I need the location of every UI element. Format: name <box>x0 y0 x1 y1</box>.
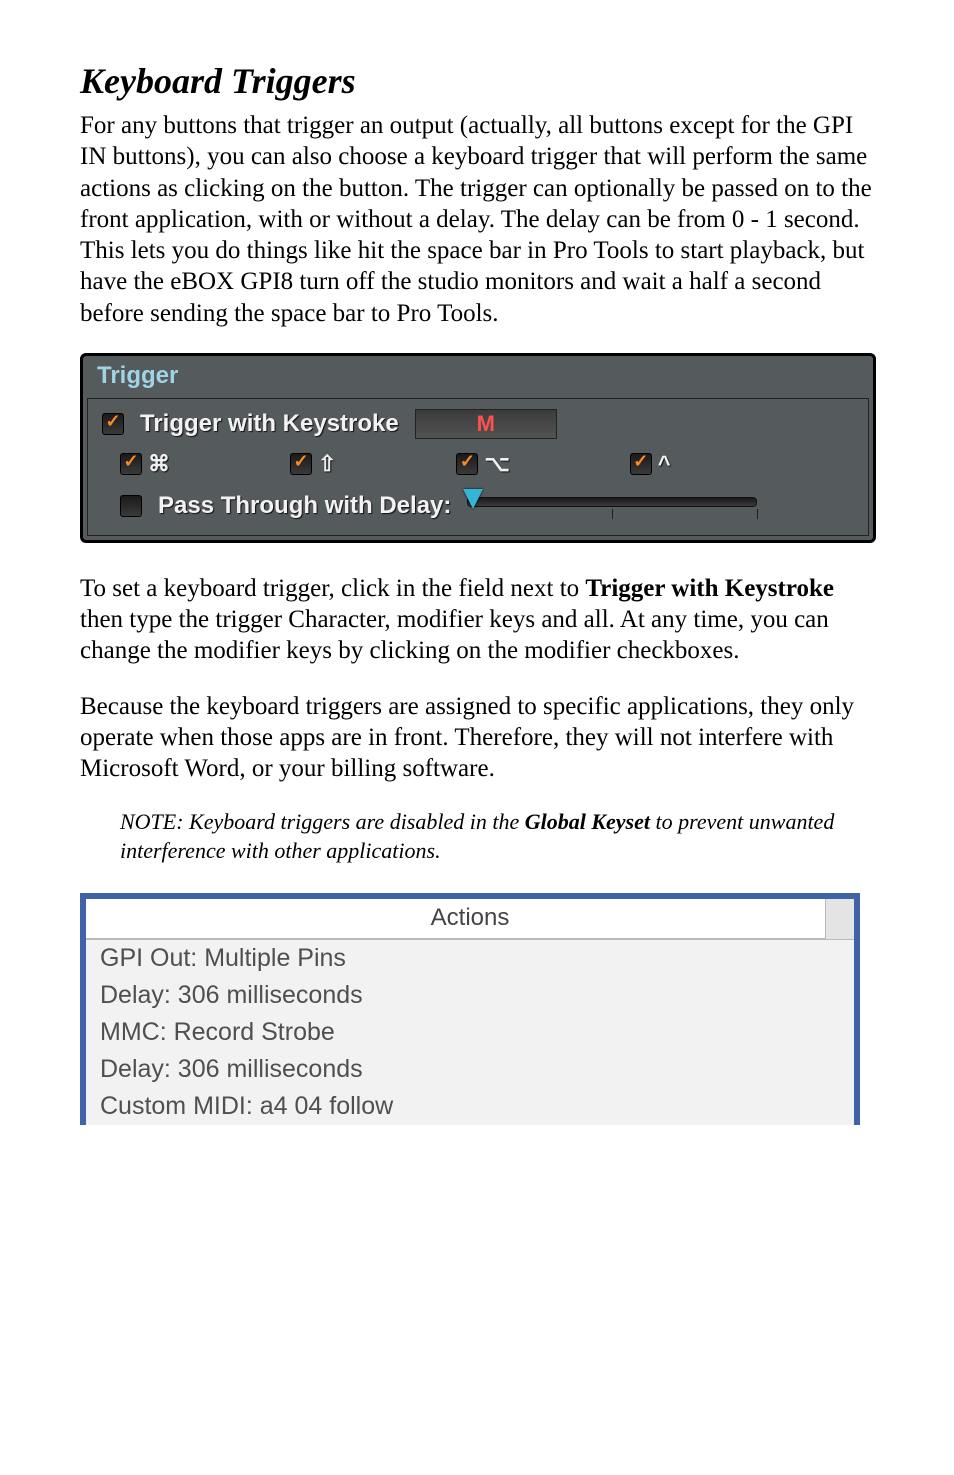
modifier-cmd[interactable]: ⌘ <box>120 451 170 477</box>
paragraph-1: For any buttons that trigger an output (… <box>80 110 874 329</box>
modifier-cmd-checkbox[interactable] <box>120 453 142 475</box>
actions-header: Actions <box>86 899 854 940</box>
text: To set a keyboard trigger, click in the … <box>80 575 585 602</box>
text: NOTE: Keyboard triggers are disabled in … <box>120 809 525 834</box>
trigger-row-keystroke: Trigger with Keystroke M <box>102 409 854 439</box>
slider-track <box>467 497 757 507</box>
paragraph-2: To set a keyboard trigger, click in the … <box>80 573 874 667</box>
trigger-with-keystroke-checkbox[interactable] <box>102 413 124 435</box>
shift-icon: ⇧ <box>318 451 336 477</box>
modifier-shift[interactable]: ⇧ <box>290 451 336 477</box>
trigger-panel: Trigger Trigger with Keystroke M ⌘ ⇧ ⌥ <box>80 353 876 543</box>
option-icon: ⌥ <box>484 451 509 477</box>
note-paragraph: NOTE: Keyboard triggers are disabled in … <box>120 808 874 865</box>
ctrl-icon: ^ <box>658 451 671 477</box>
slider-tick <box>612 509 613 519</box>
modifier-ctrl-checkbox[interactable] <box>630 453 652 475</box>
modifier-option[interactable]: ⌥ <box>456 451 509 477</box>
pass-through-row: Pass Through with Delay: <box>102 491 854 521</box>
keystroke-input[interactable]: M <box>415 409 557 439</box>
paragraph-3: Because the keyboard triggers are assign… <box>80 691 874 785</box>
modifier-row: ⌘ ⇧ ⌥ ^ <box>102 451 854 477</box>
action-item[interactable]: MMC: Record Strobe <box>86 1014 854 1051</box>
trigger-inner-box: Trigger with Keystroke M ⌘ ⇧ ⌥ ^ <box>87 398 869 536</box>
action-item[interactable]: Custom MIDI: a4 04 follow <box>86 1088 854 1125</box>
cmd-icon: ⌘ <box>148 451 170 477</box>
text: then type the trigger Character, modifie… <box>80 606 829 664</box>
action-item[interactable]: GPI Out: Multiple Pins <box>86 940 854 977</box>
modifier-option-checkbox[interactable] <box>456 453 478 475</box>
pass-through-checkbox[interactable] <box>120 495 142 517</box>
slider-thumb[interactable] <box>463 489 483 509</box>
trigger-with-keystroke-label: Trigger with Keystroke <box>140 410 399 438</box>
actions-panel: Actions GPI Out: Multiple Pins Delay: 30… <box>80 893 860 1125</box>
delay-slider[interactable] <box>467 491 757 521</box>
text-bold: Trigger with Keystroke <box>585 575 834 602</box>
pass-through-label: Pass Through with Delay: <box>158 492 451 520</box>
text-bold: Global Keyset <box>525 809 650 834</box>
action-item[interactable]: Delay: 306 milliseconds <box>86 1051 854 1088</box>
trigger-panel-title: Trigger <box>83 356 873 398</box>
section-heading: Keyboard Triggers <box>80 60 874 102</box>
modifier-shift-checkbox[interactable] <box>290 453 312 475</box>
slider-tick <box>757 509 758 519</box>
modifier-ctrl[interactable]: ^ <box>630 451 671 477</box>
action-item[interactable]: Delay: 306 milliseconds <box>86 977 854 1014</box>
